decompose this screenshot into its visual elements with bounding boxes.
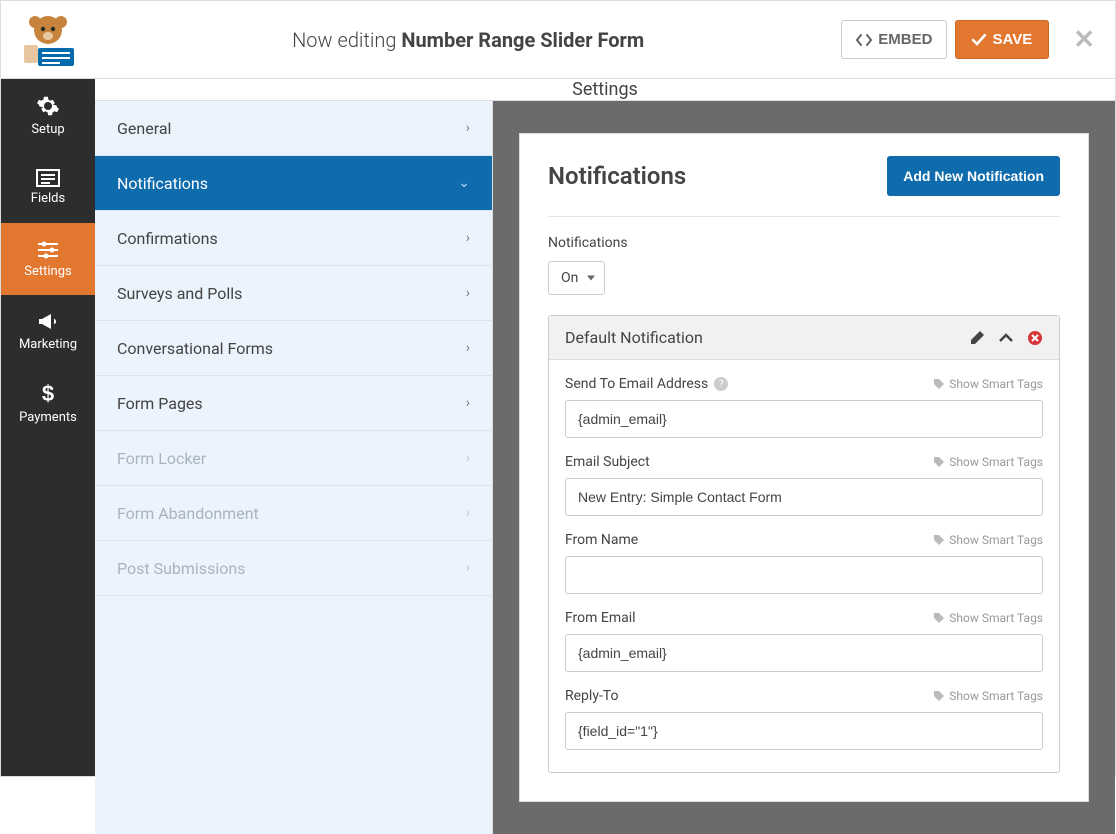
card-header: Notifications Add New Notification: [548, 156, 1060, 217]
from-name-input[interactable]: [565, 556, 1043, 594]
list-icon: [36, 169, 60, 187]
settings-header: Settings: [95, 79, 1115, 101]
show-smart-tags[interactable]: Show Smart Tags: [933, 689, 1043, 703]
save-button[interactable]: SAVE: [955, 20, 1049, 59]
settings-item-form-locker[interactable]: Form Locker›: [95, 431, 492, 486]
settings-list: General› Notifications⌄ Confirmations› S…: [95, 101, 493, 834]
edit-icon[interactable]: [969, 330, 985, 346]
topbar: Now editing Number Range Slider Form EMB…: [1, 1, 1115, 79]
gear-icon: [36, 94, 60, 118]
notifications-toggle-wrap: On: [548, 261, 605, 295]
chevron-right-icon: ›: [466, 120, 470, 136]
close-icon[interactable]: ✕: [1073, 25, 1095, 55]
show-smart-tags[interactable]: Show Smart Tags: [933, 377, 1043, 391]
field-label: Send To Email Address?: [565, 376, 728, 392]
card-title: Notifications: [548, 162, 686, 190]
leftnav: Setup Fields Settings Marketing $ Paymen…: [1, 79, 95, 776]
show-smart-tags[interactable]: Show Smart Tags: [933, 455, 1043, 469]
notification-item: Default Notification Send To: [548, 315, 1060, 773]
show-smart-tags[interactable]: Show Smart Tags: [933, 611, 1043, 625]
notification-item-body: Send To Email Address? Show Smart Tags E…: [549, 360, 1059, 772]
settings-body: General› Notifications⌄ Confirmations› S…: [95, 101, 1115, 834]
chevron-right-icon: ›: [466, 560, 470, 576]
notifications-card: Notifications Add New Notification Notif…: [519, 133, 1089, 802]
chevron-down-icon: ⌄: [458, 175, 470, 191]
field-label: From Name: [565, 532, 638, 548]
content-area: Notifications Add New Notification Notif…: [493, 101, 1115, 834]
settings-item-notifications[interactable]: Notifications⌄: [95, 156, 492, 211]
tag-icon: [933, 612, 945, 624]
main: Setup Fields Settings Marketing $ Paymen…: [1, 79, 1115, 776]
show-smart-tags[interactable]: Show Smart Tags: [933, 533, 1043, 547]
notifications-toggle-label: Notifications: [548, 235, 1060, 251]
settings-item-conversational[interactable]: Conversational Forms›: [95, 321, 492, 376]
leftnav-item-setup[interactable]: Setup: [1, 79, 95, 151]
field-from-email: From Email Show Smart Tags: [565, 610, 1043, 672]
leftnav-item-fields[interactable]: Fields: [1, 151, 95, 223]
send-to-input[interactable]: [565, 400, 1043, 438]
embed-button[interactable]: EMBED: [841, 20, 947, 59]
svg-text:$: $: [42, 382, 54, 406]
chevron-right-icon: ›: [466, 340, 470, 356]
from-email-input[interactable]: [565, 634, 1043, 672]
chevron-right-icon: ›: [466, 505, 470, 521]
field-label: From Email: [565, 610, 636, 626]
settings-item-surveys[interactable]: Surveys and Polls›: [95, 266, 492, 321]
settings-item-form-pages[interactable]: Form Pages›: [95, 376, 492, 431]
help-icon[interactable]: ?: [714, 377, 728, 391]
settings-panel: Settings General› Notifications⌄ Confirm…: [95, 79, 1115, 776]
collapse-icon[interactable]: [999, 333, 1013, 343]
chevron-right-icon: ›: [466, 395, 470, 411]
bullhorn-icon: [36, 311, 60, 333]
tag-icon: [933, 690, 945, 702]
settings-item-general[interactable]: General›: [95, 101, 492, 156]
settings-item-form-abandonment[interactable]: Form Abandonment›: [95, 486, 492, 541]
subject-input[interactable]: [565, 478, 1043, 516]
settings-item-post-submissions[interactable]: Post Submissions›: [95, 541, 492, 596]
wpforms-logo-icon: [18, 12, 78, 67]
field-reply-to: Reply-To Show Smart Tags: [565, 688, 1043, 750]
editing-prefix: Now editing: [292, 28, 401, 52]
add-notification-button[interactable]: Add New Notification: [887, 156, 1060, 196]
editing-title: Now editing Number Range Slider Form: [95, 28, 841, 52]
check-icon: [972, 34, 986, 46]
form-name: Number Range Slider Form: [401, 28, 644, 52]
tag-icon: [933, 534, 945, 546]
field-subject: Email Subject Show Smart Tags: [565, 454, 1043, 516]
tag-icon: [933, 378, 945, 390]
notification-item-header: Default Notification: [549, 316, 1059, 360]
leftnav-item-marketing[interactable]: Marketing: [1, 295, 95, 367]
chevron-right-icon: ›: [466, 230, 470, 246]
tag-icon: [933, 456, 945, 468]
notification-item-title: Default Notification: [565, 328, 703, 347]
field-send-to: Send To Email Address? Show Smart Tags: [565, 376, 1043, 438]
dollar-icon: $: [40, 382, 56, 406]
code-icon: [856, 33, 872, 47]
sliders-icon: [36, 240, 60, 260]
chevron-right-icon: ›: [466, 285, 470, 301]
leftnav-item-payments[interactable]: $ Payments: [1, 367, 95, 439]
leftnav-item-settings[interactable]: Settings: [1, 223, 95, 295]
field-label: Email Subject: [565, 454, 650, 470]
notifications-toggle[interactable]: On: [548, 261, 605, 295]
reply-to-input[interactable]: [565, 712, 1043, 750]
notification-item-actions: [969, 330, 1043, 346]
field-label: Reply-To: [565, 688, 618, 704]
delete-icon[interactable]: [1027, 330, 1043, 346]
settings-item-confirmations[interactable]: Confirmations›: [95, 211, 492, 266]
chevron-right-icon: ›: [466, 450, 470, 466]
logo: [1, 12, 95, 67]
field-from-name: From Name Show Smart Tags: [565, 532, 1043, 594]
